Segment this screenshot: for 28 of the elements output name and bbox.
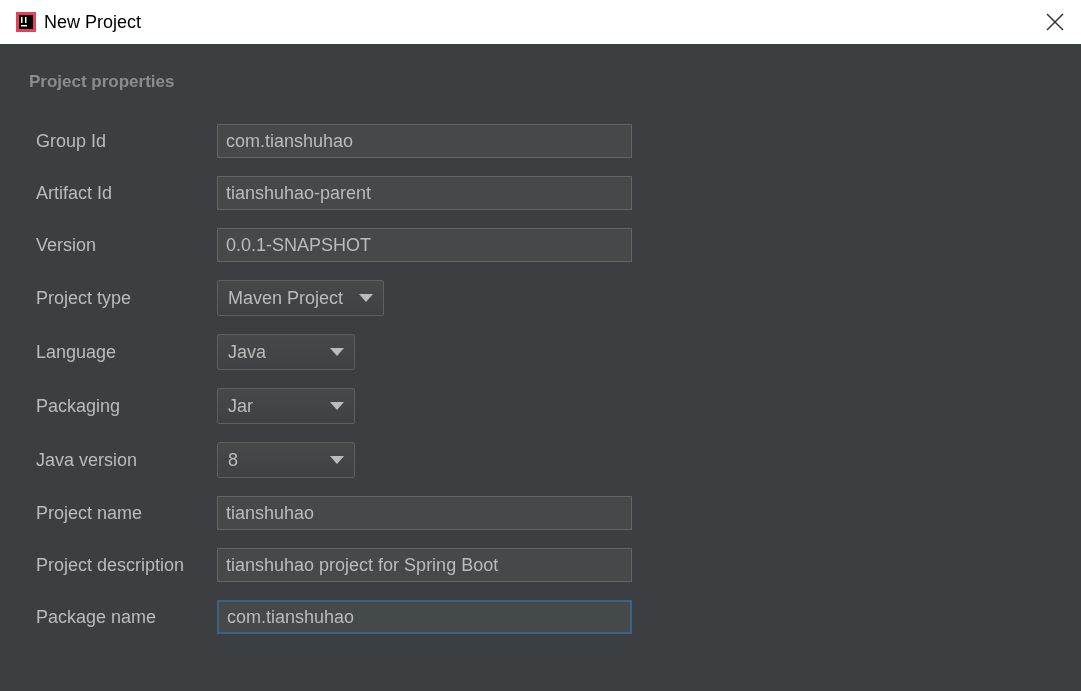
- caret-icon: [330, 456, 344, 464]
- caret-icon: [359, 294, 374, 302]
- dropdown[interactable]: Java: [217, 334, 355, 370]
- dropdown[interactable]: Jar: [217, 388, 355, 424]
- field-label: Project type: [36, 287, 133, 309]
- text-field[interactable]: 0.0.1-SNAPSHOT: [217, 228, 632, 262]
- caret-icon: [330, 402, 344, 410]
- field-label: Package name: [36, 606, 158, 628]
- dropdown[interactable]: Maven Project: [217, 280, 385, 316]
- field-label: Version: [36, 234, 98, 256]
- app-logo-icon: [16, 12, 36, 32]
- caret-icon: [330, 348, 344, 356]
- dropdown[interactable]: 8: [217, 442, 355, 478]
- field-label: Language: [36, 341, 118, 363]
- field-label: Project description: [36, 554, 186, 576]
- text-field[interactable]: tianshuhao: [217, 496, 632, 530]
- field-label: Packaging: [36, 395, 122, 417]
- field-label: Artifact Id: [36, 182, 114, 204]
- field-label: Java version: [36, 449, 139, 471]
- text-field[interactable]: tianshuhao project for Spring Boot: [217, 548, 632, 582]
- field-label: Project name: [36, 502, 144, 524]
- text-field[interactable]: tianshuhao-parent: [217, 176, 632, 210]
- text-field[interactable]: com.tianshuhao: [217, 600, 632, 634]
- close-icon: [1046, 13, 1064, 31]
- section-title: Project properties: [29, 72, 176, 92]
- window-title: New Project: [44, 11, 143, 33]
- text-field[interactable]: com.tianshuhao: [217, 124, 632, 158]
- field-label: Group Id: [36, 130, 108, 152]
